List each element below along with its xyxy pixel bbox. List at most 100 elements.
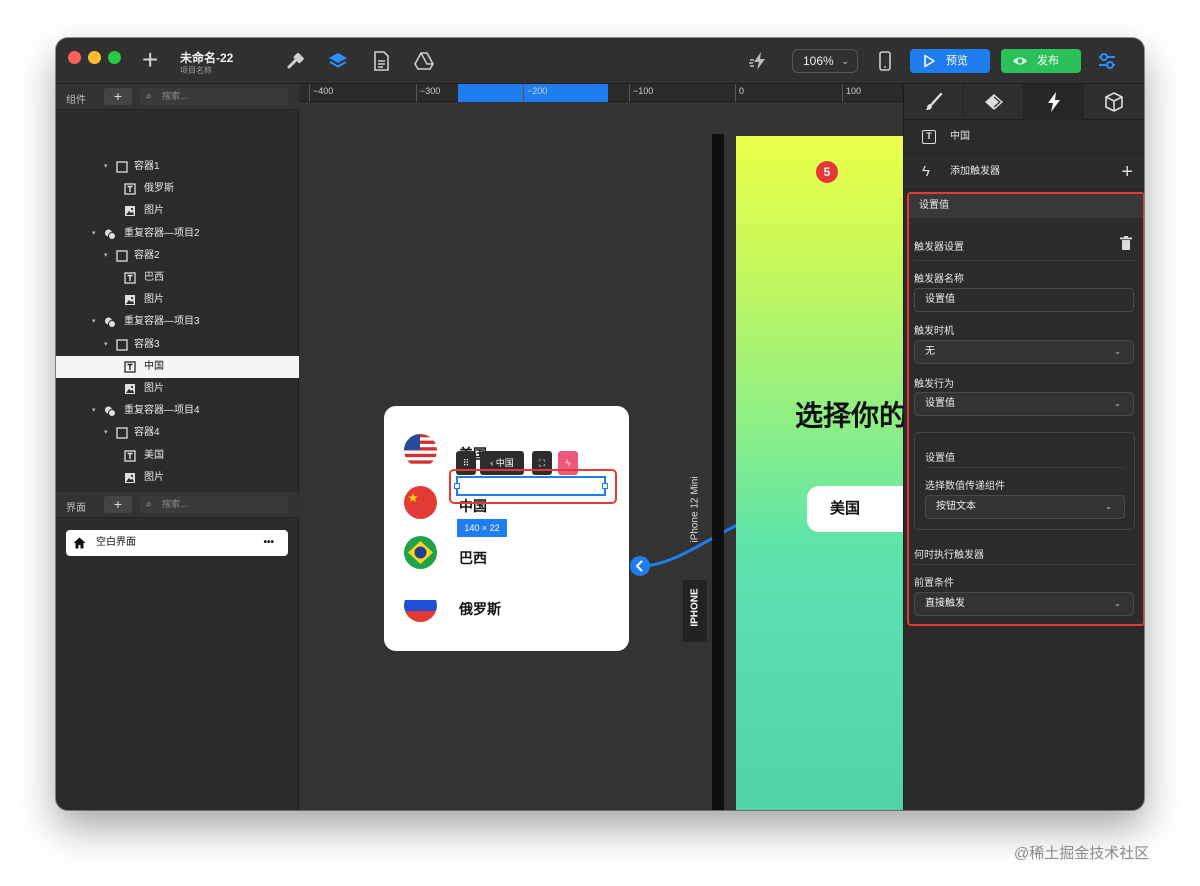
precondition-select[interactable]: 直接触发 ⌄ <box>914 592 1134 616</box>
add-component-button[interactable]: + <box>104 88 132 105</box>
tree-item[interactable]: 巴西 <box>56 267 299 289</box>
container-icon <box>116 338 128 351</box>
ruler-tick-line <box>735 84 736 102</box>
horizontal-ruler: −400 −300 −200 −100 0 100 <box>299 84 903 102</box>
phone-country-button[interactable]: 美国 <box>807 486 903 532</box>
trigger-name-input[interactable]: 设置值 <box>914 288 1134 312</box>
add-icon[interactable]: + <box>142 46 158 74</box>
brush-icon <box>926 93 943 110</box>
bolt-sparkle-icon[interactable] <box>748 50 770 72</box>
tab-data[interactable] <box>1084 84 1144 120</box>
tab-components[interactable] <box>964 84 1024 120</box>
tree-item-label: 图片 <box>144 205 164 217</box>
ruler-tick-line <box>309 84 310 102</box>
phone-screen[interactable] <box>736 136 903 810</box>
document-title[interactable]: 未命名-22 <box>180 49 233 66</box>
components-panel-header: 组件 + ⌕ 搜索... <box>56 84 299 110</box>
text-icon <box>124 361 136 373</box>
tree-item[interactable]: ▾ 容器2 <box>56 245 299 267</box>
design-canvas[interactable]: −400 −300 −200 −100 0 100 美国 中国 <box>299 84 903 810</box>
image-icon <box>125 206 135 217</box>
repeat-container-icon <box>105 406 116 418</box>
minimize-window-button[interactable] <box>88 51 101 64</box>
expand-arrow-icon[interactable]: ▾ <box>92 311 96 333</box>
tree-item[interactable]: 美国 <box>56 445 299 467</box>
device-type-badge: IPHONE <box>683 580 707 642</box>
trash-icon[interactable] <box>1120 236 1132 250</box>
document-icon[interactable] <box>370 50 392 72</box>
tree-item-label: 俄罗斯 <box>144 183 174 195</box>
document-subtitle[interactable]: 项目名称 <box>180 65 212 76</box>
hammer-icon[interactable] <box>284 50 306 72</box>
phone-heading[interactable]: 选择你的 <box>795 394 903 434</box>
tree-item[interactable]: ▾ 重复容器—项目2 <box>56 223 299 245</box>
expand-arrow-icon[interactable]: ▾ <box>104 156 108 178</box>
add-screen-button[interactable]: + <box>104 496 132 513</box>
phone-icon[interactable] <box>874 50 896 72</box>
preview-button[interactable]: 预览 <box>910 49 990 73</box>
tab-style[interactable] <box>904 84 964 120</box>
expand-arrow-icon[interactable]: ▾ <box>104 245 108 267</box>
action-select[interactable]: 设置值 ⌄ <box>914 392 1134 416</box>
screen-item[interactable]: 空白界面 ••• <box>66 530 288 556</box>
timing-select[interactable]: 无 ⌄ <box>914 340 1134 364</box>
expand-arrow-icon[interactable]: ▾ <box>92 400 96 422</box>
drive-icon[interactable] <box>413 50 435 72</box>
tree-item[interactable]: 图片 <box>56 289 299 311</box>
tab-interactions[interactable] <box>1024 84 1084 120</box>
expand-arrow-icon[interactable]: ▾ <box>104 422 108 444</box>
tree-item-label: 图片 <box>144 294 164 306</box>
selected-element-row[interactable]: T 中国 <box>904 120 1144 154</box>
add-trigger-row[interactable]: ϟ 添加触发器 + <box>904 154 1144 190</box>
tree-item[interactable]: 中国 <box>56 355 299 378</box>
add-trigger-plus-icon[interactable]: + <box>1121 154 1133 190</box>
tree-item[interactable]: 图片 <box>56 200 299 222</box>
eye-icon <box>1013 57 1027 65</box>
sliders-icon[interactable] <box>1096 50 1118 72</box>
zoom-window-button[interactable] <box>108 51 121 64</box>
tree-item[interactable]: ▾ 重复容器—项目4 <box>56 400 299 422</box>
trigger-settings-label: 触发器设置 <box>914 242 964 253</box>
device-type-text: IPHONE <box>689 588 701 627</box>
layers-icon[interactable] <box>327 50 349 72</box>
trigger-section-header[interactable]: 设置值 <box>909 194 1143 218</box>
screens-panel-header: 界面 + ⌕ 搜索... <box>56 492 299 518</box>
tree-item-label: 巴西 <box>144 272 164 283</box>
text-icon <box>124 449 136 462</box>
tree-item[interactable]: ▾ 容器3 <box>56 334 299 356</box>
expand-arrow-icon[interactable]: ▾ <box>104 334 108 356</box>
components-search-input[interactable]: ⌕ 搜索... <box>140 88 288 105</box>
container-icon <box>116 161 128 173</box>
country-russia[interactable]: 俄罗斯 <box>459 599 501 619</box>
ruler-tick-line <box>629 84 630 102</box>
value-source-value: 按钮文本 <box>936 501 976 512</box>
publish-button[interactable]: 发布 <box>1001 49 1081 73</box>
divider <box>914 260 1136 261</box>
zoom-select[interactable]: 106% ⌄ <box>792 49 858 73</box>
tree-item-label: 中国 <box>144 360 164 372</box>
country-brazil[interactable]: 巴西 <box>459 548 487 568</box>
screen-name: 空白界面 <box>96 537 136 548</box>
tree-item-label: 容器2 <box>134 249 160 261</box>
tree-item[interactable]: ▾ 重复容器—项目3 <box>56 311 299 333</box>
flag-russia-icon <box>404 589 437 622</box>
tree-item[interactable]: 图片 <box>56 378 299 400</box>
image-icon <box>125 384 135 394</box>
value-source-select[interactable]: 按钮文本 ⌄ <box>925 495 1125 519</box>
components-label: 组件 <box>66 95 86 106</box>
tree-item[interactable]: 图片 <box>56 467 299 489</box>
screens-search-input[interactable]: ⌕ 搜索... <box>140 496 288 513</box>
tree-item[interactable]: ▾ 容器1 <box>56 156 299 178</box>
mini-toolbar-label: 中国 <box>495 458 514 468</box>
tree-item[interactable]: 俄罗斯 <box>56 178 299 200</box>
more-options-icon[interactable]: ••• <box>263 530 274 556</box>
lightning-icon <box>1048 92 1060 112</box>
text-icon <box>124 272 136 284</box>
trigger-name-value: 设置值 <box>925 294 955 305</box>
tree-item[interactable]: ▾ 容器4 <box>56 422 299 444</box>
tree-item-label: 美国 <box>144 449 164 461</box>
close-window-button[interactable] <box>68 51 81 64</box>
image-icon <box>125 295 135 306</box>
tree-item-label: 重复容器—项目4 <box>124 405 200 417</box>
expand-arrow-icon[interactable]: ▾ <box>92 223 96 245</box>
